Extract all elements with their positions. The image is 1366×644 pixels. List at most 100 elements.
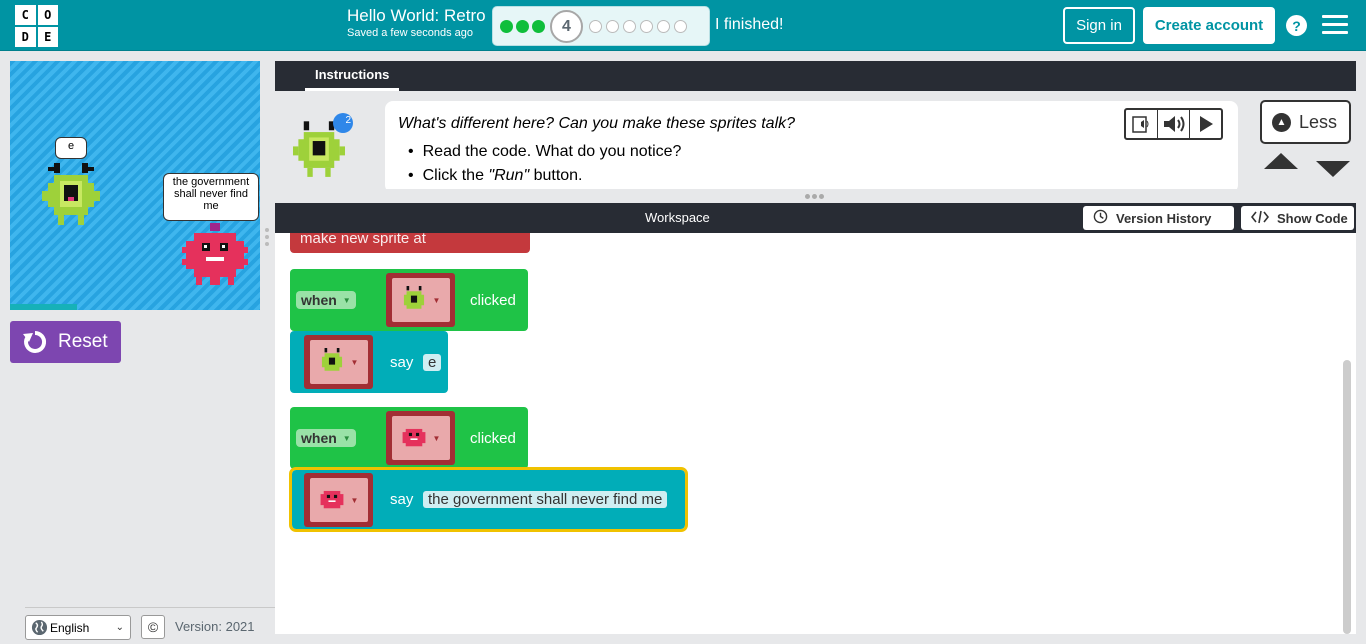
play-icon[interactable] [1190,110,1221,138]
version-history-label: Version History [1116,210,1212,226]
say-text-input[interactable]: the government shall never find me [423,491,668,508]
green-alien-icon [403,286,424,309]
workspace-header: Workspace Version History Show Code [275,203,1356,233]
red-alien-icon [402,428,425,447]
make-new-sprite-block[interactable]: make new sprite at [290,233,530,253]
logo-letter: O [37,5,58,25]
help-icon[interactable]: ? [1286,15,1307,36]
less-button[interactable]: ▲ Less [1260,100,1351,144]
level-dot[interactable] [623,20,636,33]
level-dot[interactable] [606,20,619,33]
tab-instructions[interactable]: Instructions [305,61,400,91]
sprite-picker[interactable]: ▼ [386,411,455,465]
language-select[interactable]: English ⌄ [25,615,131,640]
logo-letter: D [15,27,36,47]
current-level-bubble[interactable]: 4 [550,10,583,43]
footer: English ⌄ © Version: 2021 [25,607,275,644]
when-clicked-block[interactable]: when ▼ clicked ▼ [290,407,528,469]
chevron-down-icon: ▼ [432,295,441,305]
instruction-run-prefix: Click the [422,167,489,184]
reset-label: Reset [58,331,108,352]
bell-icon[interactable]: 2 [333,113,353,133]
say-block[interactable]: ▼ say e [290,331,448,393]
arrow-up-icon[interactable] [1264,153,1298,169]
green-alien-icon [321,348,342,371]
green-alien-sprite [42,163,100,225]
top-header: C O D E Hello World: Retro Saved a few s… [0,0,1366,51]
instructions-card: What's different here? Can you make thes… [385,101,1238,189]
instruction-item-run: Click the "Run" button. [408,167,681,185]
level-progress-bar: 4 [492,6,710,46]
show-code-label: Show Code [1277,210,1348,226]
speaker-icon[interactable] [1158,110,1190,138]
say-text-input[interactable]: e [423,353,442,371]
event-dropdown[interactable]: when ▼ [296,429,356,447]
block-workspace[interactable]: make new sprite at when ▼ clicked ▼ ▼ sa… [275,233,1356,634]
level-dot-completed[interactable] [532,20,545,33]
instruction-item: Read the code. What do you notice? [408,143,682,161]
logo-letter: E [37,27,58,47]
instructions-header: Instructions [275,61,1356,91]
event-keyword: when [301,430,337,446]
show-code-button[interactable]: Show Code [1241,206,1354,230]
workspace-title: Workspace [645,210,710,225]
language-value: English [50,620,90,635]
red-alien-sprite [182,223,248,285]
chevron-up-icon: ▲ [1272,112,1291,132]
chevron-down-icon: ▼ [350,495,359,505]
globe-icon [31,619,48,636]
game-pane: e the government shall never find me Res… [0,51,275,644]
saved-status: Saved a few seconds ago [347,27,473,39]
menu-icon[interactable] [1322,15,1348,35]
level-dot[interactable] [640,20,653,33]
clicked-label: clicked [470,429,516,447]
version-history-button[interactable]: Version History [1083,206,1234,230]
sprite-picker[interactable]: ▼ [386,273,455,327]
notification-count: 2 [345,115,351,126]
sprite-picker[interactable]: ▼ [304,473,373,527]
clock-icon [1093,209,1108,227]
version-label: Version: 2021 [175,619,255,634]
event-keyword: when [301,292,337,308]
speech-bubble-left: e [55,137,87,159]
audio-controls [1124,108,1223,140]
level-dot-completed[interactable] [516,20,529,33]
panel-resize-handle[interactable] [805,194,824,199]
clicked-label: clicked [470,291,516,309]
chevron-down-icon: ▼ [350,357,359,367]
reset-button[interactable]: Reset [10,321,121,363]
finished-link[interactable]: I finished! [715,16,783,34]
make-new-block-text: make new sprite at [300,233,426,247]
sprite-picker[interactable]: ▼ [304,335,373,389]
say-block-selected[interactable]: ▼ say the government shall never find me [289,467,688,532]
workspace-scrollbar[interactable] [1343,360,1351,634]
instructions-panel: 2 What's different here? Can you make th… [275,91,1356,189]
instruction-run-word: "Run" [488,167,530,184]
read-aloud-icon[interactable] [1126,110,1158,138]
game-stage[interactable]: e the government shall never find me [10,61,260,310]
instruction-run-suffix: button. [529,167,583,184]
instructions-list: Read the code. What do you notice? Click… [408,143,682,189]
level-dot-completed[interactable] [500,20,513,33]
say-label: say [390,353,414,371]
code-org-logo[interactable]: C O D E [15,5,58,47]
stage-resize-handle[interactable] [265,228,269,249]
sign-in-button[interactable]: Sign in [1063,7,1135,44]
say-label: say [390,491,414,508]
when-clicked-block[interactable]: when ▼ clicked ▼ [290,269,528,331]
level-dot[interactable] [589,20,602,33]
speech-bubble-right: the government shall never find me [163,173,259,221]
chevron-down-icon: ⌄ [115,622,124,633]
arrow-down-icon[interactable] [1316,161,1350,177]
red-alien-icon [320,490,343,509]
lesson-title[interactable]: Hello World: Retro [347,6,486,26]
copyright-button[interactable]: © [141,615,165,639]
code-icon [1250,210,1270,227]
event-dropdown[interactable]: when ▼ [296,291,356,309]
create-account-button[interactable]: Create account [1143,7,1275,44]
reset-icon [23,330,47,353]
chevron-down-icon: ▼ [432,433,441,443]
level-dot[interactable] [674,20,687,33]
logo-letter: C [15,5,36,25]
level-dot[interactable] [657,20,670,33]
